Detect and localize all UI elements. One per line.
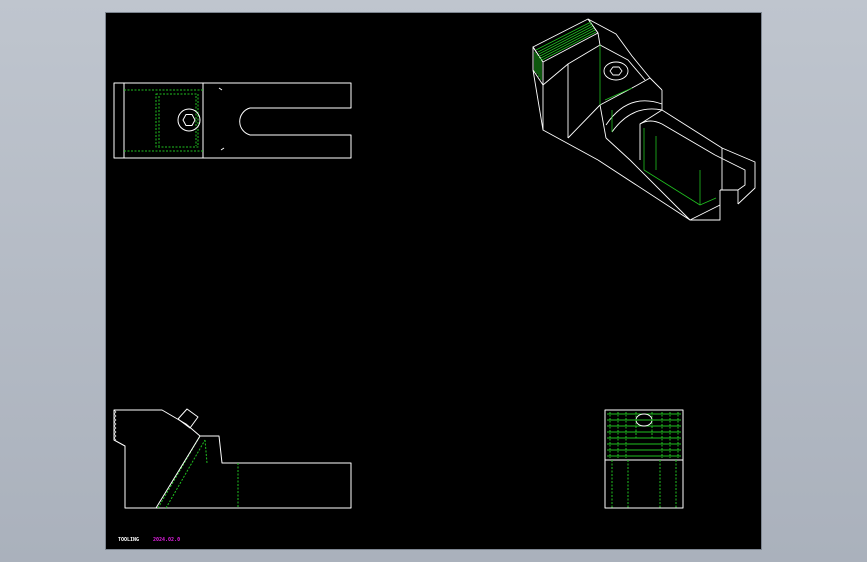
hex-socket-icon [609, 66, 623, 76]
front-view[interactable] [113, 408, 352, 509]
top-view[interactable] [113, 82, 352, 159]
screw-head-top [177, 108, 201, 132]
side-view-serrations [607, 412, 681, 458]
screw-head-iso [603, 61, 629, 81]
cad-viewport[interactable]: TOOLING 2024.02.0 [0, 0, 867, 562]
drawing-stamp-label: TOOLING [118, 537, 140, 543]
front-view-outline [113, 409, 352, 509]
side-view[interactable] [604, 409, 684, 509]
hex-socket-icon [182, 114, 196, 126]
drawing-stamp-date: 2024.02.0 [153, 537, 181, 543]
break-mark [218, 87, 225, 151]
drawing-canvas [113, 18, 756, 509]
side-view-outline [604, 409, 684, 509]
front-view-hidden-lines [157, 435, 239, 509]
top-view-hidden-lines [124, 89, 203, 152]
isometric-view[interactable] [532, 18, 756, 221]
top-view-outline [113, 82, 352, 159]
